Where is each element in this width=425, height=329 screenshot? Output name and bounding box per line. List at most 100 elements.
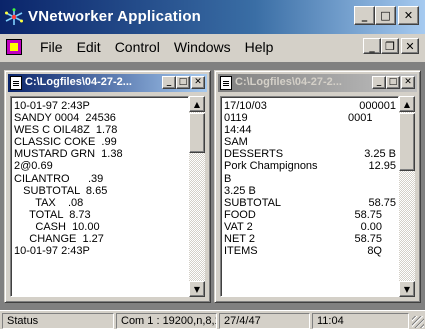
log-line-text: CLASSIC COKE .99 [14, 136, 117, 149]
close-button[interactable]: ✕ [398, 6, 419, 25]
log-line: CHANGE 1.27 [14, 233, 186, 245]
child-maximize-button[interactable]: □ [386, 76, 400, 89]
scroll-thumb[interactable] [189, 113, 205, 153]
close-icon: ✕ [403, 9, 414, 22]
log-line-text: SAM [224, 136, 248, 149]
log-line-amount: 3.25 B [364, 148, 396, 161]
scroll-up-button[interactable]: ▲ [399, 96, 415, 112]
log-line-amount: 12.95 [368, 160, 396, 173]
log-line: NET 2 58.75 [224, 233, 396, 245]
child-minimize-button[interactable]: _ [372, 76, 386, 89]
status-port: Com 1 : 19200,n,8,1 [116, 313, 217, 329]
vertical-scrollbar[interactable]: ▲ ▼ [399, 96, 415, 297]
log-line-text: CILANTRO .39 [14, 172, 104, 185]
child-window-title: C:\Logfiles\04-27-2... [235, 76, 342, 88]
log-line-text: TOTAL 8.73 [14, 208, 91, 221]
log-line-amount: 0.00 [360, 220, 382, 233]
child-minimize-button[interactable]: _ [162, 76, 176, 89]
menu-bar: File Edit Control Windows Help _ ❐ ✕ [0, 34, 425, 60]
child-maximize-button[interactable]: □ [176, 76, 190, 89]
close-icon: ✕ [404, 77, 412, 87]
log-line-text: SUBTOTAL 8.65 [14, 184, 108, 197]
close-icon: ✕ [194, 77, 202, 87]
log-line: Pork Champignons 12.95 [224, 160, 396, 172]
log-line: 10-01-97 2:43P [14, 245, 186, 257]
log-line-amount: 58.75 [368, 196, 396, 209]
mdi-minimize-button[interactable]: _ [363, 38, 381, 54]
child-close-button[interactable]: ✕ [191, 76, 205, 89]
log-line-text: 10-01-97 2:43P [14, 245, 90, 258]
mdi-restore-button[interactable]: ❐ [381, 38, 399, 54]
resize-grip-icon[interactable] [412, 316, 424, 328]
log-line: SANDY 0004 24536 [14, 112, 186, 124]
minimize-icon: _ [361, 9, 368, 22]
log-line: 3.25 B [224, 185, 396, 197]
arrow-up-icon: ▲ [403, 99, 411, 109]
vertical-scrollbar[interactable]: ▲ ▼ [189, 96, 205, 297]
menu-control[interactable]: Control [115, 39, 160, 55]
arrow-down-icon: ▼ [403, 284, 411, 294]
log-line-text: ITEMS [224, 245, 258, 258]
log-line-text: DESSERTS [224, 148, 284, 161]
log-line: SAM [224, 136, 396, 148]
log-line: 17/10/03 000001 [224, 100, 396, 112]
document-system-menu-icon[interactable] [6, 39, 22, 55]
minimize-button[interactable]: _ [354, 6, 375, 25]
menu-windows[interactable]: Windows [174, 39, 231, 55]
scroll-thumb[interactable] [399, 113, 415, 171]
log-line-amount: 000001 [359, 100, 396, 112]
log-window-right[interactable]: C:\Logfiles\04-27-2... _ □ ✕ 17/10/03 000… [214, 70, 421, 303]
log-window-left[interactable]: C:\Logfiles\04-27-2... _ □ ✕ 10-01-97 2:… [4, 70, 211, 303]
menu-help[interactable]: Help [245, 39, 274, 55]
document-icon [220, 76, 232, 90]
child-close-button[interactable]: ✕ [401, 76, 415, 89]
menu-edit[interactable]: Edit [77, 39, 101, 55]
log-line: 14:44 [224, 124, 396, 136]
scroll-up-button[interactable]: ▲ [189, 96, 205, 112]
maximize-icon: □ [380, 9, 391, 22]
minimize-icon: _ [369, 39, 375, 53]
menu-file[interactable]: File [40, 39, 63, 55]
app-title: VNetworker Application [28, 8, 202, 25]
log-line: VAT 2 0.00 [224, 221, 396, 233]
log-text-area[interactable]: 17/10/03 000001 0119 0001 14:44 SAM DESSERTS 3.… [220, 96, 399, 297]
child-window-title: C:\Logfiles\04-27-2... [25, 76, 132, 88]
log-line: SUBTOTAL 8.65 [14, 185, 186, 197]
arrow-down-icon: ▼ [193, 284, 201, 294]
scroll-down-button[interactable]: ▼ [189, 281, 205, 297]
log-line-text: WES C OIL48Z 1.78 [14, 124, 118, 137]
maximize-icon: □ [178, 77, 188, 87]
minimize-icon: _ [166, 77, 172, 87]
status-date: 27/4/47 [219, 313, 310, 329]
log-line-amount: 58.75 [354, 233, 382, 246]
log-line: 0119 0001 [224, 112, 396, 124]
scroll-down-button[interactable]: ▼ [399, 281, 415, 297]
log-line: WES C OIL48Z 1.78 [14, 124, 186, 136]
status-bar: Status Com 1 : 19200,n,8,1 27/4/47 11:04 [0, 310, 425, 329]
log-line: CILANTRO .39 [14, 173, 186, 185]
close-icon: ✕ [405, 39, 415, 53]
log-line-amount: 8Q [367, 245, 382, 258]
log-line: TOTAL 8.73 [14, 209, 186, 221]
app-title-bar[interactable]: VNetworker Application _ □ ✕ [0, 0, 425, 34]
log-line-text: VAT 2 [224, 220, 253, 233]
maximize-button[interactable]: □ [375, 6, 396, 25]
log-line: MUSTARD GRN 1.38 [14, 148, 186, 160]
log-line-text: NET 2 [224, 233, 255, 246]
log-line-text: SUBTOTAL [224, 196, 282, 209]
restore-icon: ❐ [385, 39, 395, 53]
log-line-text: FOOD [224, 208, 256, 221]
log-line-text: SANDY 0004 24536 [14, 112, 116, 125]
arrow-up-icon: ▲ [193, 99, 201, 109]
log-line-text: CHANGE 1.27 [14, 233, 104, 246]
child-title-bar[interactable]: C:\Logfiles\04-27-2... _ □ ✕ [218, 74, 417, 92]
log-line: FOOD 58.75 [224, 209, 396, 221]
log-line-amount: 58.75 [354, 208, 382, 221]
log-line: B [224, 173, 396, 185]
log-line-text: B [224, 172, 232, 185]
log-text-area[interactable]: 10-01-97 2:43P SANDY 0004 24536 WES C OIL4… [10, 96, 189, 297]
network-star-icon [5, 8, 23, 25]
mdi-close-button[interactable]: ✕ [401, 38, 419, 54]
maximize-icon: □ [388, 77, 398, 87]
child-title-bar[interactable]: C:\Logfiles\04-27-2... _ □ ✕ [8, 74, 207, 92]
